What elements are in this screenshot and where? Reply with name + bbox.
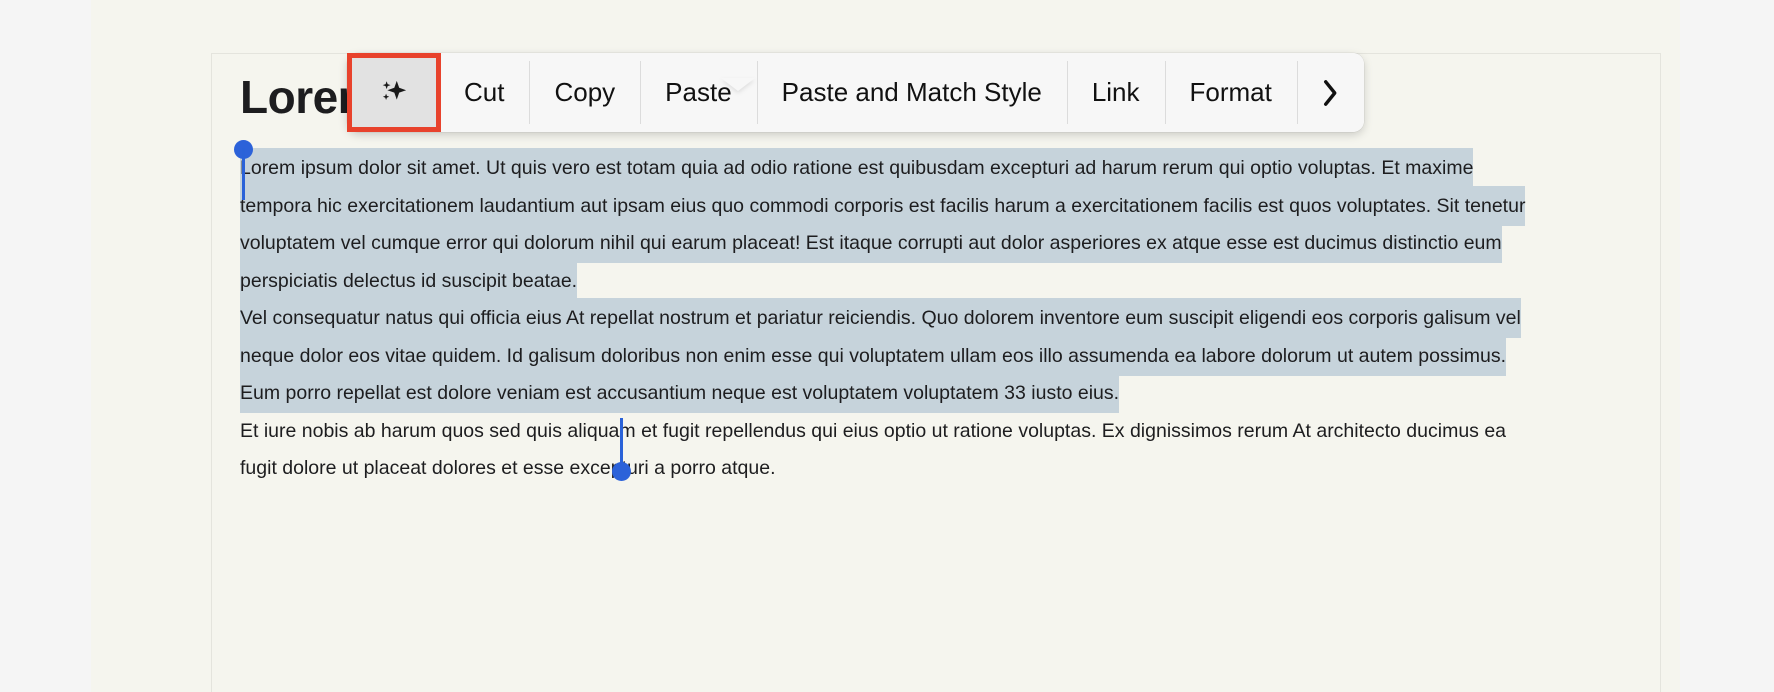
context-menu-item-link[interactable]: Link (1066, 53, 1165, 132)
context-menu-item-paste-and-match-style[interactable]: Paste and Match Style (756, 53, 1067, 132)
selection-handle-start-stem (242, 148, 245, 200)
sparkle-icon (382, 80, 407, 100)
context-menu-item-paste[interactable]: Paste (640, 53, 757, 132)
context-menu-more-button[interactable] (1296, 53, 1364, 132)
chevron-right-icon (1323, 79, 1337, 106)
paragraph-2[interactable]: Vel consequatur natus qui officia eius A… (240, 298, 1526, 413)
paragraph-1[interactable]: Lorem ipsum dolor sit amet. Ut quis vero… (240, 148, 1526, 301)
context-menu-item-format[interactable]: Format (1164, 53, 1297, 132)
document-body[interactable]: Lorem ipsum dolor sit amet. Ut quis vero… (240, 148, 1526, 488)
document-card: Lorem Lorem ipsum dolor sit amet. Ut qui… (211, 53, 1661, 692)
page-sheet: Lorem Lorem ipsum dolor sit amet. Ut qui… (91, 0, 1680, 692)
ai-sparkle-button[interactable] (347, 53, 439, 132)
paragraph-3[interactable]: Et iure nobis ab harum quos sed quis ali… (240, 413, 1526, 488)
text-selection-context-menu[interactable]: Cut Copy Paste Paste and Match Style Lin… (347, 53, 1364, 132)
context-menu-pointer (721, 78, 755, 91)
context-menu-item-cut[interactable]: Cut (439, 53, 530, 132)
selected-text-2[interactable]: Vel consequatur natus qui officia eius A… (240, 298, 1521, 413)
context-menu-item-copy[interactable]: Copy (529, 53, 641, 132)
document-content-area[interactable]: Lorem Lorem ipsum dolor sit amet. Ut qui… (240, 54, 1638, 692)
selected-text-1[interactable]: Lorem ipsum dolor sit amet. Ut quis vero… (240, 148, 1526, 301)
selection-handle-end-knob[interactable] (612, 462, 631, 481)
selection-handle-end-stem (620, 418, 623, 466)
